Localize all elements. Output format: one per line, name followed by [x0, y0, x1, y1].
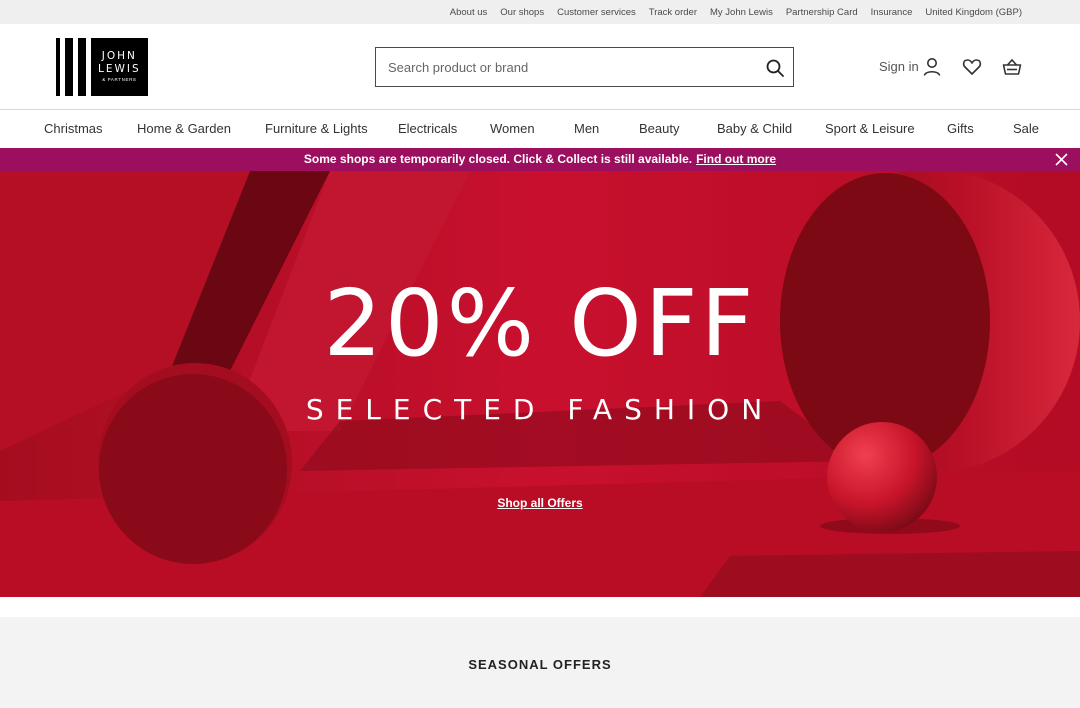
utility-link-partnership-card[interactable]: Partnership Card: [786, 7, 858, 18]
logo-wordmark: JOHN LEWIS & PARTNERS: [90, 38, 148, 96]
nav-item-electricals[interactable]: Electricals: [398, 121, 457, 136]
utility-link-shops[interactable]: Our shops: [500, 7, 544, 18]
logo-line-3: & PARTNERS: [102, 77, 137, 82]
section-title: SEASONAL OFFERS: [468, 657, 612, 672]
site-logo[interactable]: JOHN LEWIS & PARTNERS: [56, 37, 148, 97]
nav-item-furniture-lights[interactable]: Furniture & Lights: [265, 121, 368, 136]
nav-item-women[interactable]: Women: [490, 121, 535, 136]
nav-item-beauty[interactable]: Beauty: [639, 121, 679, 136]
heart-icon[interactable]: [961, 56, 983, 78]
hero-banner[interactable]: 20% OFF SELECTED FASHION Shop all Offers: [0, 171, 1080, 597]
utility-link-insurance[interactable]: Insurance: [871, 7, 913, 18]
notice-banner: Some shops are temporarily closed. Click…: [0, 148, 1080, 171]
nav-item-home-garden[interactable]: Home & Garden: [137, 121, 231, 136]
search-icon[interactable]: [765, 58, 785, 78]
nav-item-sale[interactable]: Sale: [1013, 121, 1039, 136]
close-icon[interactable]: [1055, 153, 1068, 166]
notice-link[interactable]: Find out more: [696, 152, 776, 166]
search-bar: [375, 47, 794, 87]
hero-title: 20% OFF: [323, 270, 757, 377]
utility-bar: About us Our shops Customer services Tra…: [0, 0, 1080, 24]
utility-link-my-john-lewis[interactable]: My John Lewis: [710, 7, 773, 18]
main-nav: Christmas Home & Garden Furniture & Ligh…: [0, 110, 1080, 148]
logo-stripe: [64, 38, 73, 96]
basket-icon[interactable]: [1001, 56, 1023, 78]
nav-item-sport-leisure[interactable]: Sport & Leisure: [825, 121, 915, 136]
logo-line-1: JOHN: [101, 50, 137, 62]
seasonal-offers-section: SEASONAL OFFERS: [0, 617, 1080, 708]
logo-stripe: [77, 38, 86, 96]
user-icon[interactable]: [921, 56, 943, 78]
utility-link-track-order[interactable]: Track order: [649, 7, 697, 18]
utility-link-country[interactable]: United Kingdom (GBP): [925, 7, 1022, 18]
search-input[interactable]: [376, 48, 793, 86]
nav-item-christmas[interactable]: Christmas: [44, 121, 103, 136]
utility-link-customer-services[interactable]: Customer services: [557, 7, 636, 18]
nav-item-men[interactable]: Men: [574, 121, 599, 136]
hero-subtitle: SELECTED FASHION: [305, 393, 775, 426]
sign-in-link[interactable]: Sign in: [879, 59, 919, 74]
notice-text: Some shops are temporarily closed. Click…: [303, 152, 693, 166]
shop-offers-link[interactable]: Shop all Offers: [0, 496, 1080, 510]
hero-background: [0, 171, 1080, 597]
utility-link-about[interactable]: About us: [450, 7, 488, 18]
logo-stripe: [56, 38, 60, 96]
nav-item-baby-child[interactable]: Baby & Child: [717, 121, 792, 136]
site-header: JOHN LEWIS & PARTNERS Sign in: [0, 24, 1080, 110]
logo-line-2: LEWIS: [98, 63, 141, 75]
nav-item-gifts[interactable]: Gifts: [947, 121, 974, 136]
